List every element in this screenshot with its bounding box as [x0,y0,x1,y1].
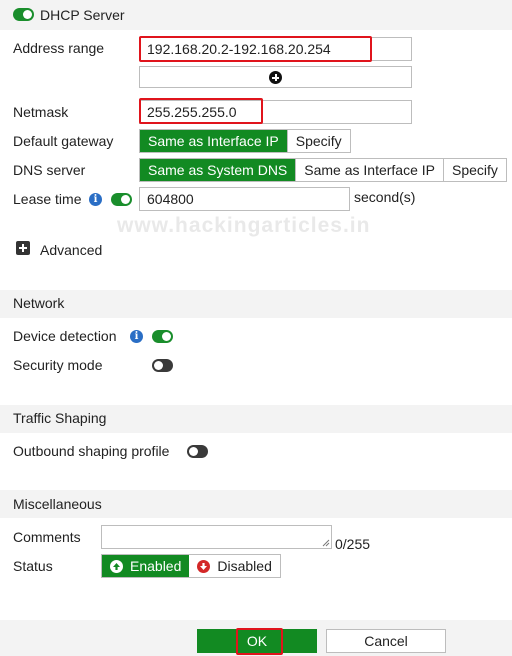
comments-label: Comments [13,529,81,545]
misc-section-title: Miscellaneous [13,496,102,512]
security-mode-toggle[interactable] [152,359,173,372]
lease-time-toggle[interactable] [111,193,132,206]
resize-handle-icon [322,539,330,547]
netmask-highlight [139,98,263,124]
dialog-footer: OK Cancel [0,620,512,656]
arrow-up-circle-icon [110,559,123,573]
network-section-header: Network [0,290,512,318]
address-range-highlight [139,36,372,62]
gateway-option-specify[interactable]: Specify [286,130,350,152]
outbound-shaping-toggle[interactable] [187,445,208,458]
lease-time-unit: second(s) [354,189,416,205]
address-range-label: Address range [13,40,105,56]
traffic-shaping-section-title: Traffic Shaping [13,410,107,426]
dns-server-selector: Same as System DNS Same as Interface IP … [139,158,507,182]
netmask-label: Netmask [13,104,69,120]
cancel-button[interactable]: Cancel [326,629,446,653]
status-disabled-label: Disabled [217,558,272,574]
cancel-button-label: Cancel [364,633,408,649]
dns-option-interface-ip[interactable]: Same as Interface IP [295,159,443,181]
dhcp-server-toggle[interactable] [13,8,34,21]
status-disabled-option[interactable]: Disabled [189,555,280,577]
lease-time-input[interactable]: 604800 [139,187,350,211]
security-mode-label: Security mode [13,357,103,373]
info-icon[interactable]: i [89,193,102,206]
comments-textarea[interactable] [101,525,332,549]
status-selector: Enabled Disabled [101,554,281,578]
info-icon[interactable]: i [130,330,143,343]
dns-server-label: DNS server [13,162,86,178]
network-section-title: Network [13,295,65,311]
watermark-text: www.hackingarticles.in [117,214,371,237]
add-address-range-button[interactable] [139,66,412,88]
misc-section-header: Miscellaneous [0,490,512,518]
dns-option-specify[interactable]: Specify [443,159,506,181]
outbound-shaping-label: Outbound shaping profile [13,443,170,459]
add-circle-icon [269,71,282,84]
advanced-label: Advanced [40,242,103,258]
plus-square-icon [16,241,30,255]
device-detection-label: Device detection [13,328,117,344]
status-label: Status [13,558,53,574]
gateway-option-interface-ip[interactable]: Same as Interface IP [140,130,287,152]
ok-button-highlight [236,628,283,655]
default-gateway-selector: Same as Interface IP Specify [139,129,351,153]
dhcp-server-title: DHCP Server [40,7,125,23]
traffic-shaping-section-header: Traffic Shaping [0,405,512,433]
status-enabled-option[interactable]: Enabled [102,555,190,577]
advanced-expander[interactable]: Advanced [16,241,116,261]
device-detection-toggle[interactable] [152,330,173,343]
status-enabled-label: Enabled [130,558,182,574]
comments-counter: 0/255 [335,536,371,552]
arrow-down-circle-icon [197,559,211,573]
lease-time-label: Lease time [13,191,82,207]
dns-option-system-dns[interactable]: Same as System DNS [140,159,296,181]
default-gateway-label: Default gateway [13,133,114,149]
